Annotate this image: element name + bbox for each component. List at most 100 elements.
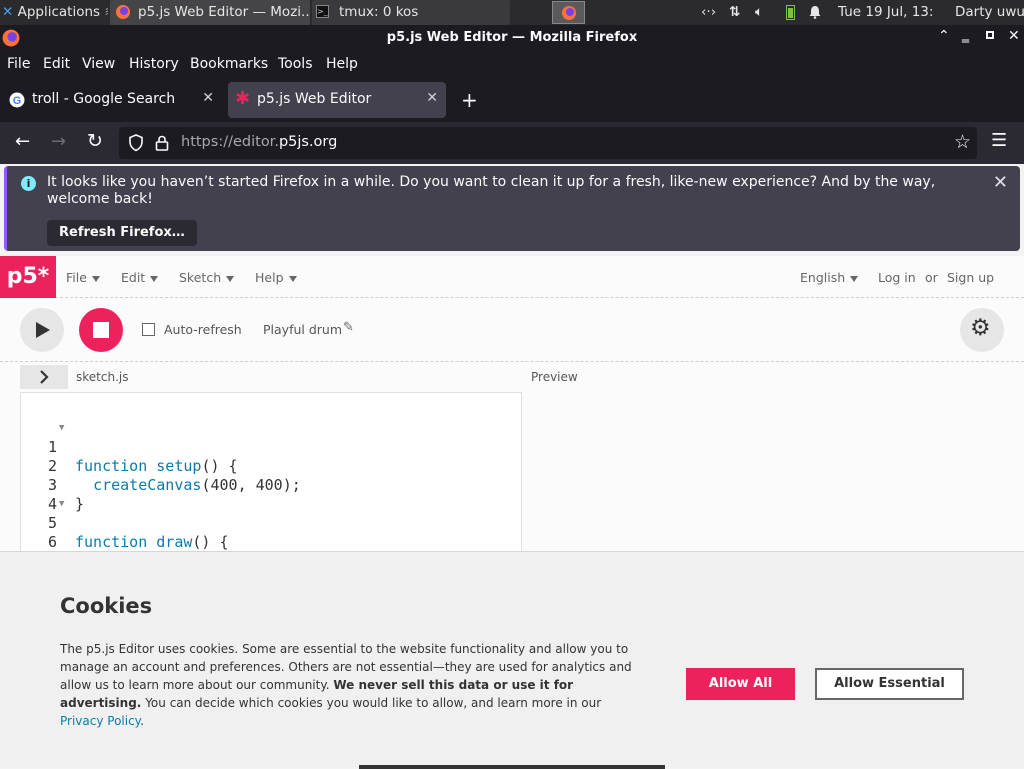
svg-text:G: G xyxy=(13,95,22,107)
preview-label: Preview xyxy=(531,370,578,384)
google-icon: G xyxy=(9,92,25,108)
p5-logo[interactable]: p5* xyxy=(0,256,56,298)
play-icon xyxy=(36,322,50,338)
caret-down-icon xyxy=(150,275,159,282)
navigation-bar: ← → ↻ https://editor.p5js.org ☆ ☰ xyxy=(0,122,1024,164)
terminal-icon: >_ xyxy=(316,5,329,18)
notification-message: It looks like you haven’t started Firefo… xyxy=(47,174,936,207)
workspace-switcher[interactable] xyxy=(552,1,585,24)
window-title: p5.js Web Editor — Mozilla Firefox xyxy=(386,30,638,45)
p5-menu-help[interactable]: Help xyxy=(255,270,297,285)
bookmark-star-icon[interactable]: ☆ xyxy=(954,131,971,153)
forward-icon[interactable]: → xyxy=(51,131,66,152)
battery-icon[interactable] xyxy=(783,0,797,25)
window-titlebar: p5.js Web Editor — Mozilla Firefox ⌃ ‗ ✕ xyxy=(0,25,1024,51)
menu-edit[interactable]: Edit xyxy=(43,56,70,72)
code-line: 7 } xyxy=(21,533,521,589)
p5-favicon-icon: ✱ xyxy=(235,88,251,109)
menu-tools[interactable]: Tools xyxy=(278,56,313,72)
minimize-button[interactable]: ‗ xyxy=(962,27,969,43)
user-name[interactable]: Darty uwu xyxy=(955,0,1024,25)
menu-file[interactable]: File xyxy=(7,56,30,72)
caret-down-icon xyxy=(850,275,859,282)
auto-refresh-label[interactable]: Auto-refresh xyxy=(164,322,242,337)
taskbar-task-label: tmux: 0 kos xyxy=(339,4,419,20)
tab-bar: G troll - Google Search ✕ ✱ p5.js Web Ed… xyxy=(0,78,1024,122)
close-tab-icon[interactable]: ✕ xyxy=(426,90,438,106)
close-window-button[interactable]: ✕ xyxy=(1008,28,1020,44)
url-text: https://editor.p5js.org xyxy=(181,134,338,150)
code-line: 1 ▼ function setup() { xyxy=(21,419,521,475)
horizontal-scrollbar[interactable] xyxy=(359,765,665,769)
signup-link[interactable]: Sign up xyxy=(947,270,994,285)
p5-toolbar: Auto-refresh Playful drum ✎ ⚙ xyxy=(0,298,1024,362)
fold-arrow-icon[interactable]: ▼ xyxy=(59,419,64,438)
cookie-description: The p5.js Editor uses cookies. Some are … xyxy=(60,642,632,728)
play-button[interactable] xyxy=(20,308,64,352)
taskbar-task-tmux[interactable]: >_ tmux: 0 kos xyxy=(312,0,510,25)
chevron-right-icon xyxy=(40,370,49,384)
tab-label: troll - Google Search xyxy=(32,91,176,107)
allow-essential-button[interactable]: Allow Essential xyxy=(815,668,964,700)
transfer-icon[interactable]: ⇅ xyxy=(729,0,749,25)
firefox-icon xyxy=(562,6,576,20)
taskbar-task-firefox[interactable]: p5.js Web Editor — Mozi... xyxy=(110,0,310,25)
allow-all-button[interactable]: Allow All xyxy=(686,668,795,700)
reload-icon[interactable]: ↻ xyxy=(87,130,103,152)
maximize-button[interactable] xyxy=(986,31,994,39)
clock[interactable]: Tue 19 Jul, 13:55 xyxy=(838,0,934,25)
app-menu-icon[interactable]: ☰ xyxy=(991,130,1007,151)
tab-p5js-editor[interactable]: ✱ p5.js Web Editor ✕ xyxy=(228,82,446,118)
xfce-icon: ✕ xyxy=(2,4,14,20)
sidebar-toggle-button[interactable] xyxy=(20,365,68,389)
shield-icon xyxy=(129,134,143,152)
code-line: 3 } xyxy=(47,476,85,513)
code-line: 5 ▼ function draw() { xyxy=(21,495,521,551)
close-tab-icon[interactable]: ✕ xyxy=(202,90,214,106)
settings-button[interactable]: ⚙ xyxy=(960,308,1004,352)
cookie-title: Cookies xyxy=(60,594,153,618)
code-line: 6 background(220); xyxy=(47,533,238,570)
auto-refresh-checkbox[interactable] xyxy=(142,323,155,336)
tab-google-search[interactable]: G troll - Google Search ✕ xyxy=(0,82,222,118)
refresh-firefox-button[interactable]: Refresh Firefox… xyxy=(47,220,197,246)
close-notification-icon[interactable]: ✕ xyxy=(993,172,1008,193)
p5-menu-sketch[interactable]: Sketch xyxy=(179,270,235,285)
p5-menu-file[interactable]: File xyxy=(66,270,100,285)
p5-header: p5* File Edit Sketch Help English Log in… xyxy=(0,256,1024,298)
cookie-banner: Cookies The p5.js Editor uses cookies. S… xyxy=(0,551,1024,769)
network-icon[interactable]: ‹·› xyxy=(701,0,721,25)
info-icon: i xyxy=(21,176,36,191)
taskbar-task-label: p5.js Web Editor — Mozi... xyxy=(138,4,310,20)
fold-arrow-icon[interactable]: ▼ xyxy=(59,495,64,514)
login-link[interactable]: Log in xyxy=(878,270,916,285)
gear-icon: ⚙ xyxy=(970,315,991,341)
new-tab-icon[interactable]: + xyxy=(461,88,478,112)
notification-bell-icon[interactable] xyxy=(808,0,824,25)
refresh-firefox-notification: i It looks like you haven’t started Fire… xyxy=(4,166,1020,251)
code-line: 4 xyxy=(47,495,57,513)
menu-bar: File Edit View History Bookmarks Tools H… xyxy=(0,51,1024,78)
menu-help[interactable]: Help xyxy=(326,56,358,72)
menu-bookmarks[interactable]: Bookmarks xyxy=(190,56,268,72)
caret-down-icon xyxy=(226,275,235,282)
volume-icon[interactable]: 🔈︎ xyxy=(755,0,775,25)
language-selector[interactable]: English xyxy=(800,270,859,285)
code-line: 2 createCanvas(400, 400); xyxy=(47,457,301,494)
pencil-icon[interactable]: ✎ xyxy=(343,320,354,335)
back-icon[interactable]: ← xyxy=(15,131,30,152)
privacy-policy-link[interactable]: Privacy Policy xyxy=(60,714,140,728)
menu-history[interactable]: History xyxy=(129,56,179,72)
file-name-label: sketch.js xyxy=(76,370,129,384)
code-editor[interactable]: 1 ▼ function setup() { 2 createCanvas(400… xyxy=(20,392,522,589)
caret-down-icon xyxy=(288,275,297,282)
caret-down-icon xyxy=(91,275,100,282)
os-taskbar: ✕ Applications ≋ p5.js Web Editor — Mozi… xyxy=(0,0,1024,25)
menu-view[interactable]: View xyxy=(82,56,115,72)
minimize-up-icon[interactable]: ⌃ xyxy=(938,28,950,44)
url-bar[interactable]: https://editor.p5js.org ☆ xyxy=(119,127,977,159)
p5-menu-edit[interactable]: Edit xyxy=(121,270,159,285)
sketch-name[interactable]: Playful drum xyxy=(263,322,342,337)
stop-button[interactable] xyxy=(79,308,123,352)
applications-menu[interactable]: ✕ Applications ≋ xyxy=(2,0,108,25)
